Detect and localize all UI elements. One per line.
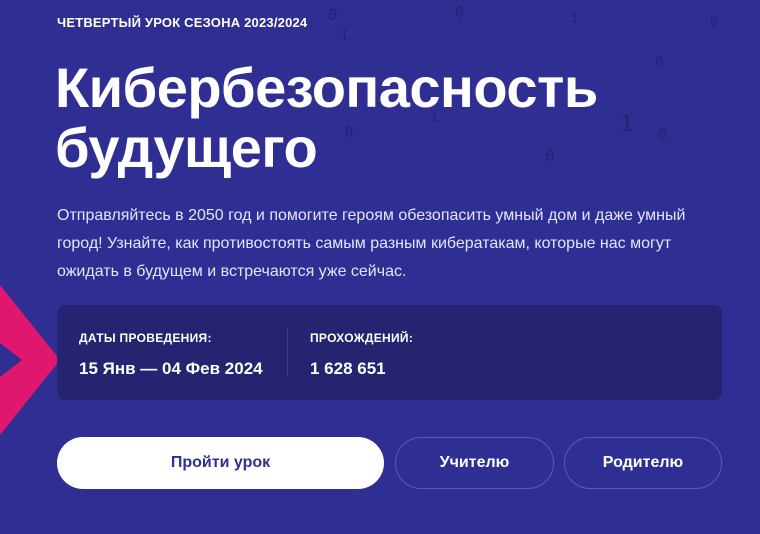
pink-arrow-decoration bbox=[0, 285, 60, 435]
lesson-description: Отправляйтесь в 2050 год и помогите геро… bbox=[57, 207, 686, 280]
digit: 0 bbox=[455, 3, 465, 21]
lesson-eyebrow: ЧЕТВЕРТЫЙ УРОК СЕЗОНА 2023/2024 bbox=[57, 15, 308, 30]
stats-divider bbox=[287, 327, 288, 377]
start-lesson-button[interactable]: Пройти урок bbox=[57, 437, 384, 489]
dates-label: ДАТЫ ПРОВЕДЕНИЯ: bbox=[79, 331, 212, 345]
digit: 1 bbox=[570, 10, 579, 26]
stat-dates: ДАТЫ ПРОВЕДЕНИЯ: 15 Янв — 04 Фев 2024 bbox=[79, 331, 263, 379]
completions-label: ПРОХОЖДЕНИЙ: bbox=[310, 331, 414, 345]
digit: 0 bbox=[328, 5, 338, 24]
page-title: Кибербезопасность будущего bbox=[55, 56, 598, 179]
dates-value: 15 Янв — 04 Фев 2024 bbox=[79, 359, 263, 378]
digit: 1 bbox=[340, 28, 349, 44]
lesson-stats-panel: ДАТЫ ПРОВЕДЕНИЯ: 15 Янв — 04 Фев 2024 ПР… bbox=[57, 305, 722, 400]
stat-completions: ПРОХОЖДЕНИЙ: 1 628 651 bbox=[310, 331, 413, 379]
parent-button[interactable]: Родителю bbox=[564, 437, 722, 489]
digit: 0 bbox=[710, 15, 718, 30]
teacher-button[interactable]: Учителю bbox=[395, 437, 554, 489]
completions-value: 1 628 651 bbox=[310, 359, 386, 378]
